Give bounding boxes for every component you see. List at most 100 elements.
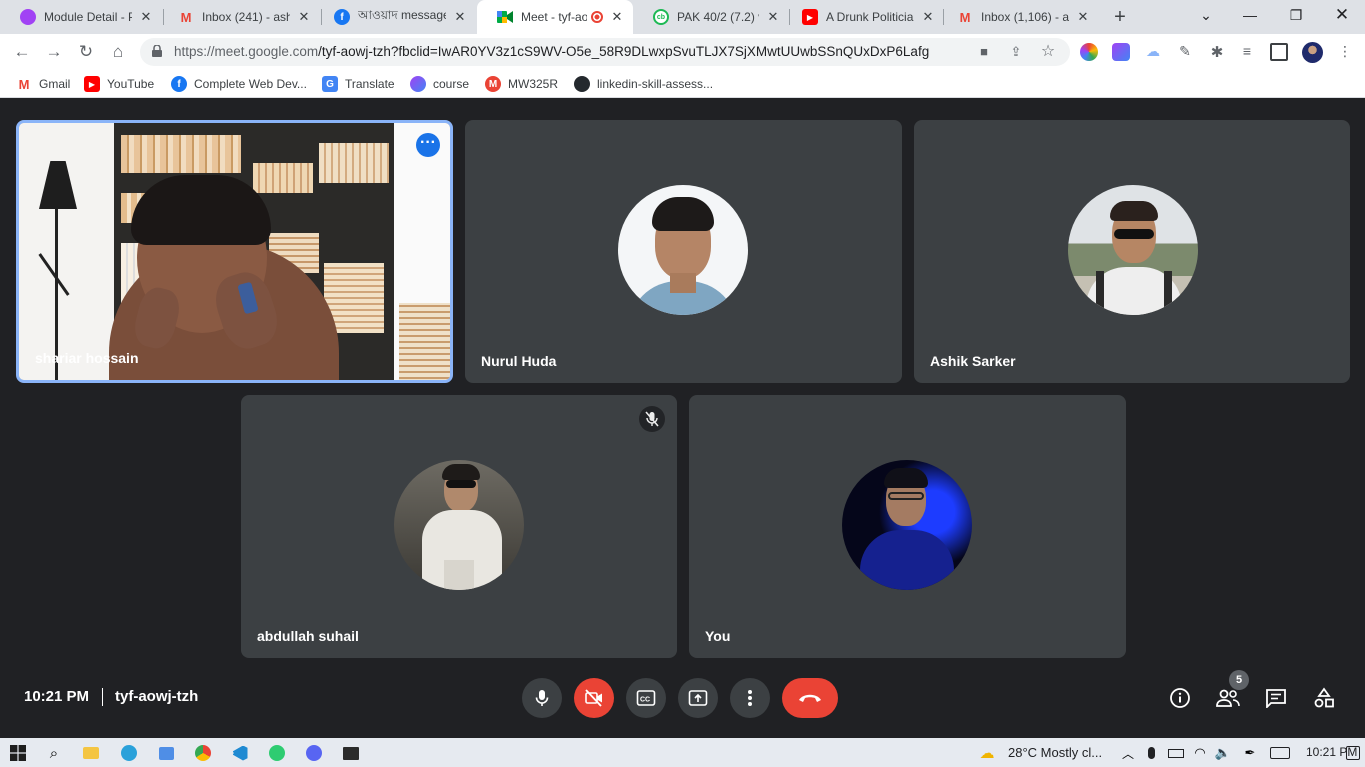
close-tab-icon[interactable]: ✕ bbox=[452, 9, 468, 25]
close-tab-icon[interactable]: ✕ bbox=[609, 9, 625, 25]
url-path: /tyf-aowj-tzh?fbclid=IwAR0YV3z1cS9WV-O5e… bbox=[318, 44, 930, 59]
tab-youtube-video[interactable]: ▶ A Drunk Politician ✕ bbox=[782, 0, 944, 34]
participant-tile-ashik[interactable]: Ashik Sarker bbox=[914, 120, 1350, 383]
close-tab-icon[interactable]: ✕ bbox=[296, 9, 312, 25]
eyedropper-extension-icon[interactable]: ✎ bbox=[1176, 43, 1194, 61]
more-options-button[interactable] bbox=[730, 678, 770, 718]
bookmark-gmail[interactable]: M Gmail bbox=[16, 75, 71, 93]
volume-icon[interactable]: 🔈 bbox=[1213, 743, 1233, 763]
bookmark-label: course bbox=[433, 77, 470, 91]
course-icon bbox=[410, 76, 426, 92]
github-icon bbox=[574, 76, 590, 92]
participant-tile-nurul[interactable]: Nurul Huda bbox=[465, 120, 902, 383]
gmail-icon: M bbox=[959, 9, 971, 25]
present-icon bbox=[688, 690, 708, 706]
restore-button[interactable]: ❐ bbox=[1273, 0, 1319, 30]
recording-icon bbox=[591, 11, 603, 23]
windows-start-icon[interactable] bbox=[8, 743, 28, 763]
camera-button[interactable] bbox=[574, 678, 614, 718]
side-panel-icon[interactable] bbox=[1270, 43, 1288, 61]
terminal-icon[interactable] bbox=[341, 743, 361, 763]
browser-toolbar: ← → ↻ ⌂ https://meet.google.com/tyf-aowj… bbox=[0, 34, 1365, 70]
chevron-up-icon[interactable]: ︿ bbox=[1118, 743, 1138, 763]
participant-tile-abdullah[interactable]: abdullah suhail bbox=[241, 395, 677, 658]
extensions-puzzle-icon[interactable]: ✱ bbox=[1208, 43, 1226, 61]
tab-gmail-inbox[interactable]: M Inbox (241) - ash ✕ bbox=[158, 0, 320, 34]
extension-icon[interactable] bbox=[1112, 43, 1130, 61]
tab-module-detail[interactable]: Module Detail - P ✕ bbox=[0, 0, 162, 34]
notification-icon[interactable] bbox=[1343, 743, 1363, 763]
bookmark-course[interactable]: course bbox=[410, 75, 469, 93]
captions-button[interactable]: CC bbox=[626, 678, 666, 718]
bookmark-complete-web-dev[interactable]: f Complete Web Dev... bbox=[171, 75, 307, 93]
bookmark-translate[interactable]: G Translate bbox=[322, 75, 395, 93]
discord-icon[interactable] bbox=[304, 743, 324, 763]
profile-avatar[interactable] bbox=[1302, 42, 1323, 63]
close-tab-icon[interactable]: ✕ bbox=[920, 9, 936, 25]
minimize-button[interactable]: — bbox=[1227, 0, 1273, 30]
close-tab-icon[interactable]: ✕ bbox=[765, 9, 781, 25]
gmail-icon: M bbox=[180, 9, 192, 25]
youtube-icon: ▶ bbox=[84, 76, 100, 92]
weather-text[interactable]: 28°C Mostly cl... bbox=[1008, 738, 1102, 767]
participant-tile-shariar[interactable]: ··· shariar hossain bbox=[16, 120, 453, 383]
media-control-icon[interactable]: ≡ bbox=[1238, 43, 1256, 61]
keyboard-icon[interactable] bbox=[1270, 743, 1290, 763]
chat-button[interactable] bbox=[1262, 684, 1290, 712]
bookmark-linkedin-skill[interactable]: linkedin-skill-assess... bbox=[574, 75, 713, 93]
participant-name: You bbox=[705, 628, 731, 644]
present-screen-button[interactable] bbox=[678, 678, 718, 718]
share-icon[interactable]: ⇪ bbox=[1008, 44, 1024, 60]
chrome-icon[interactable] bbox=[193, 743, 213, 763]
new-tab-button[interactable]: + bbox=[1110, 5, 1130, 29]
forward-button[interactable]: → bbox=[42, 40, 66, 64]
battery-icon[interactable] bbox=[1166, 743, 1186, 763]
activities-icon bbox=[1314, 687, 1334, 708]
tab-meet[interactable]: Meet - tyf-ao ✕ bbox=[477, 0, 633, 34]
close-tab-icon[interactable]: ✕ bbox=[138, 9, 154, 25]
close-window-button[interactable]: ✕ bbox=[1319, 0, 1365, 30]
chrome-menu-icon[interactable]: ⋮ bbox=[1336, 43, 1354, 61]
weather-icon[interactable]: ☁ bbox=[977, 743, 997, 763]
camera-in-use-icon[interactable]: ■ bbox=[976, 44, 992, 60]
activities-button[interactable] bbox=[1310, 684, 1338, 712]
extension-color-icon[interactable] bbox=[1080, 43, 1098, 61]
reload-button[interactable]: ↻ bbox=[74, 40, 98, 64]
meet-icon bbox=[497, 9, 513, 25]
vscode-icon[interactable] bbox=[230, 743, 250, 763]
file-explorer-icon[interactable] bbox=[81, 743, 101, 763]
tab-search-button[interactable]: ⌄ bbox=[1183, 0, 1229, 30]
leave-call-button[interactable] bbox=[782, 678, 838, 718]
tab-cricket-score[interactable]: cb PAK 40/2 (7.2) vs ✕ bbox=[633, 0, 789, 34]
wifi-icon[interactable]: ◠ bbox=[1190, 743, 1210, 763]
tab-gmail-inbox-2[interactable]: M Inbox (1,106) - as ✕ bbox=[937, 0, 1099, 34]
home-button[interactable]: ⌂ bbox=[106, 40, 130, 64]
lock-icon[interactable] bbox=[152, 45, 162, 57]
bookmark-star-icon[interactable]: ☆ bbox=[1040, 44, 1056, 60]
divider bbox=[102, 688, 103, 706]
search-icon[interactable]: ⌕ bbox=[44, 743, 64, 763]
participant-tile-you[interactable]: You bbox=[689, 395, 1126, 658]
chat-app-icon[interactable] bbox=[267, 743, 287, 763]
captions-icon: CC bbox=[636, 690, 656, 706]
participant-options-button[interactable]: ··· bbox=[416, 133, 440, 157]
tab-facebook-message[interactable]: f আওয়াদ message ✕ bbox=[314, 0, 476, 34]
microphone-button[interactable] bbox=[522, 678, 562, 718]
avatar bbox=[1068, 185, 1198, 315]
facebook-icon: f bbox=[334, 9, 350, 25]
pen-icon[interactable]: ✒ bbox=[1240, 743, 1260, 763]
youtube-icon: ▶ bbox=[802, 9, 818, 25]
bookmark-mw325r[interactable]: M MW325R bbox=[485, 75, 558, 93]
camera-off-icon bbox=[585, 689, 602, 707]
back-button[interactable]: ← bbox=[10, 40, 34, 64]
tab-title: Inbox (1,106) - as bbox=[981, 10, 1069, 24]
address-bar[interactable]: https://meet.google.com/tyf-aowj-tzh?fbc… bbox=[140, 38, 1070, 66]
meeting-details-button[interactable] bbox=[1166, 684, 1194, 712]
microphone-tray-icon[interactable] bbox=[1141, 743, 1161, 763]
bookmark-youtube[interactable]: ▶ YouTube bbox=[84, 75, 154, 93]
telegram-icon[interactable] bbox=[119, 743, 139, 763]
close-tab-icon[interactable]: ✕ bbox=[1075, 9, 1091, 25]
avatar bbox=[842, 460, 972, 590]
cloud-extension-icon[interactable]: ☁ bbox=[1144, 43, 1162, 61]
notepad-icon[interactable] bbox=[156, 743, 176, 763]
